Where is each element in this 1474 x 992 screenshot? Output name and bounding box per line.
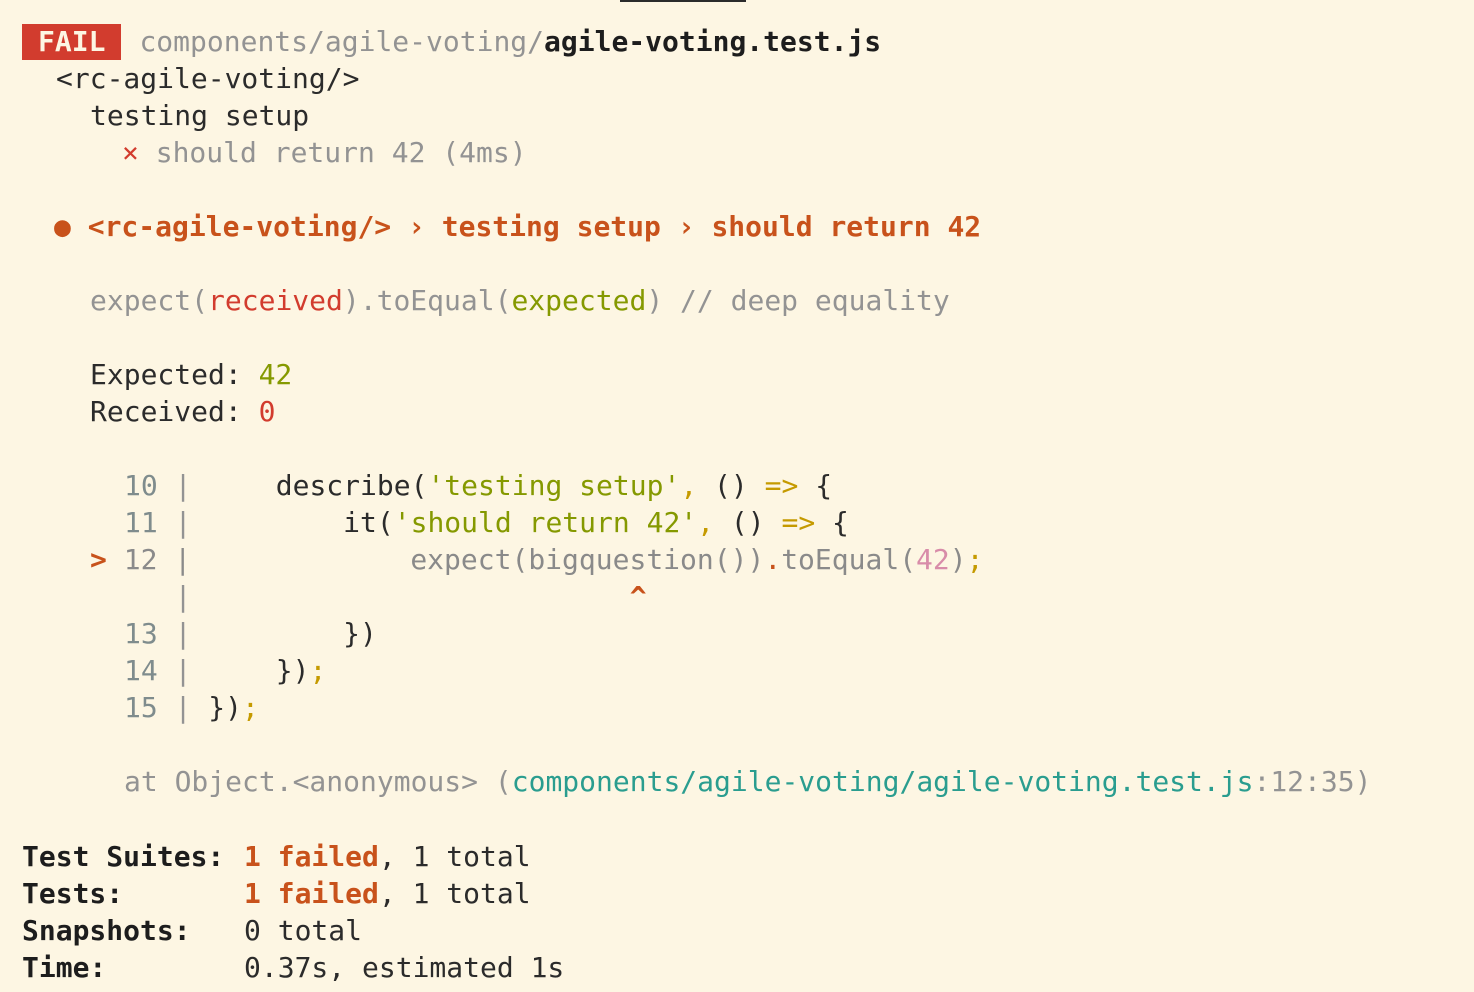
top-divider	[620, 0, 746, 2]
expected-row: Expected: 42	[90, 356, 292, 393]
code-line-13: 13 | })	[124, 615, 377, 652]
line-number: 14	[124, 654, 158, 687]
code-punct: ;	[309, 654, 327, 687]
gutter: |	[174, 506, 192, 539]
test-name: should return 42 (4ms)	[155, 136, 527, 169]
matcher-hint: expect(received).toEqual(expected) // de…	[90, 282, 950, 319]
code-text: {	[815, 506, 849, 539]
stack-trace: at Object.<anonymous> (components/agile-…	[124, 763, 1371, 800]
code-text: describe(	[275, 469, 428, 502]
code-line-12: > 12 | expect(bigquestion()).toEqual(42)…	[90, 541, 983, 578]
stack-file-link[interactable]: components/agile-voting/agile-voting.tes…	[512, 765, 1254, 798]
stack-prefix: at Object.<anonymous> (	[124, 765, 512, 798]
tree-test-row: × should return 42 (4ms)	[122, 134, 527, 171]
matcher-prefix: expect(	[90, 284, 209, 317]
code-line-14: 14 | });	[124, 652, 326, 689]
code-line-11: 11 | it('should return 42', () => {	[124, 504, 849, 541]
code-string: 'should return 42'	[393, 506, 698, 539]
code-text: ()	[714, 506, 782, 539]
code-text: })	[208, 691, 243, 724]
received-row: Received: 0	[90, 393, 275, 430]
summary-value: 0 total	[244, 914, 363, 947]
gutter: |	[174, 617, 192, 650]
line-number: 10	[124, 469, 158, 502]
total-count: , 1 total	[378, 877, 531, 910]
code-text: expect(bigquestion())	[410, 543, 765, 576]
current-line-marker: >	[90, 543, 107, 576]
gutter: |	[174, 580, 192, 613]
code-text: ()	[697, 469, 765, 502]
error-caret: ^	[629, 580, 647, 613]
received-value: 0	[258, 395, 276, 428]
summary-suites: Test Suites: 1 failed, 1 total	[22, 838, 531, 875]
summary-label: Time:	[22, 951, 107, 984]
summary-value: 0.37s, estimated 1s	[244, 951, 565, 984]
code-arrow: =>	[781, 506, 816, 539]
code-dot: .	[764, 543, 782, 576]
gutter: |	[174, 691, 192, 724]
line-number: 11	[124, 506, 158, 539]
total-count: , 1 total	[378, 840, 531, 873]
tree-describe: testing setup	[90, 99, 310, 132]
status-badge: FAIL	[22, 24, 122, 60]
code-line-15: 15 | });	[124, 689, 259, 726]
code-text: toEqual(	[781, 543, 917, 576]
code-text: })	[275, 654, 310, 687]
test-file-header: FAIL components/agile-voting/agile-voting…	[22, 23, 881, 60]
error-title: ● <rc-agile-voting/> › testing setup › s…	[54, 208, 981, 245]
file-name: agile-voting.test.js	[544, 25, 882, 58]
caret-line: | ^	[124, 578, 647, 615]
code-punct: ,	[697, 506, 715, 539]
summary-label: Snapshots:	[22, 914, 191, 947]
received-label: Received:	[90, 395, 259, 428]
terminal-output: FAIL components/agile-voting/agile-voting…	[0, 0, 1474, 992]
failed-count: 1 failed	[244, 840, 379, 873]
gutter: |	[174, 543, 192, 576]
gutter: |	[174, 469, 192, 502]
matcher-received: received	[208, 284, 343, 317]
summary-snapshots: Snapshots: 0 total	[22, 912, 362, 949]
line-number: 15	[124, 691, 158, 724]
failure-icon: ×	[122, 136, 139, 169]
summary-label: Tests:	[22, 877, 124, 910]
gutter: |	[174, 654, 192, 687]
summary-time: Time: 0.37s, estimated 1s	[22, 949, 564, 986]
code-text: {	[798, 469, 833, 502]
summary-tests: Tests: 1 failed, 1 total	[22, 875, 531, 912]
summary-label: Test Suites:	[22, 840, 225, 873]
line-number: 13	[124, 617, 158, 650]
code-line-10: 10 | describe('testing setup', () => {	[124, 467, 832, 504]
code-string: 'testing setup'	[427, 469, 681, 502]
code-punct: ,	[680, 469, 698, 502]
code-text: )	[949, 543, 967, 576]
code-arrow: =>	[764, 469, 799, 502]
code-punct: ;	[966, 543, 984, 576]
expected-label: Expected:	[90, 358, 259, 391]
error-path: <rc-agile-voting/> › testing setup › sho…	[87, 210, 982, 243]
code-text: })	[343, 617, 377, 650]
bullet-icon: ●	[54, 210, 71, 243]
matcher-suffix: ) // deep equality	[646, 284, 950, 317]
expected-value: 42	[258, 358, 293, 391]
matcher-expected: expected	[511, 284, 647, 317]
file-directory: components/agile-voting/	[139, 25, 545, 58]
code-punct: ;	[242, 691, 259, 724]
code-number: 42	[916, 543, 950, 576]
tree-component: <rc-agile-voting/>	[56, 62, 360, 95]
matcher-middle: ).toEqual(	[342, 284, 512, 317]
line-number: 12	[123, 543, 158, 576]
stack-location: :12:35)	[1253, 765, 1372, 798]
code-text: it(	[343, 506, 394, 539]
failed-count: 1 failed	[244, 877, 379, 910]
